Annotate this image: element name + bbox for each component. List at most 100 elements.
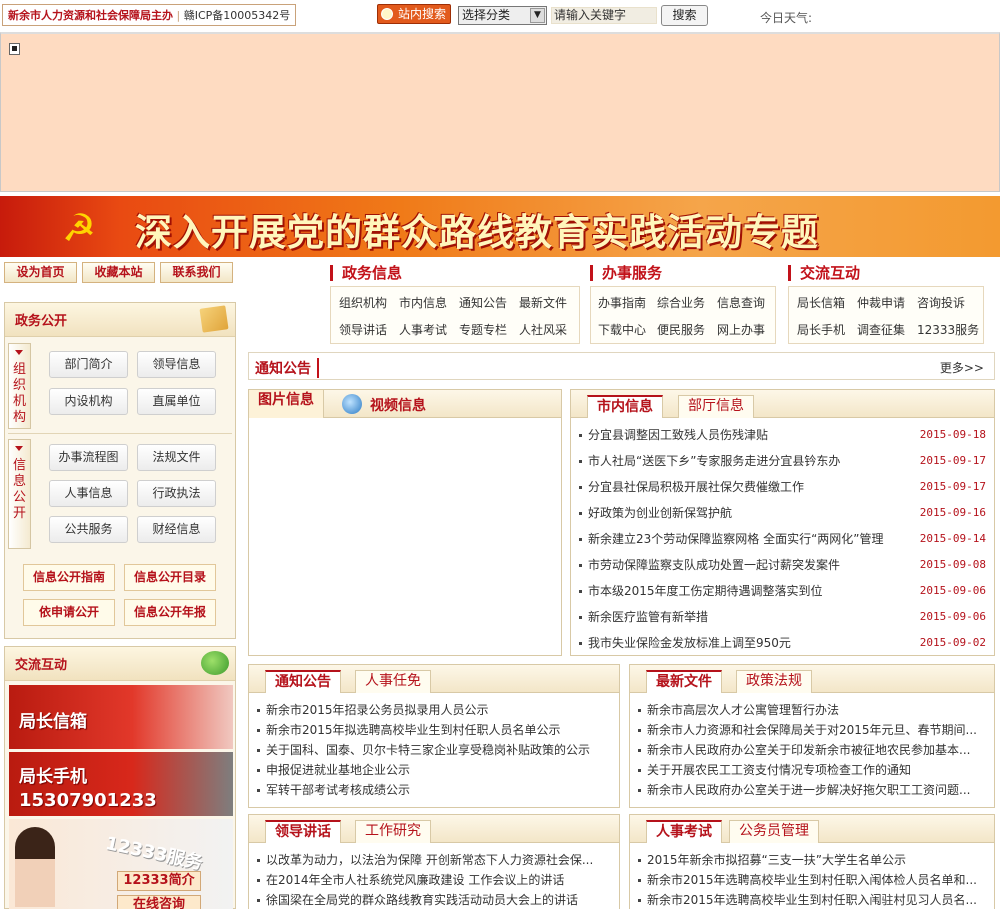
list-item[interactable]: 新余市2015年选聘高校毕业生到村任职入闱体检人员名单和... [647, 873, 977, 887]
list-item[interactable]: 新余市人民政府办公室关于进一步解决好拖欠职工工资问题... [647, 783, 970, 797]
plugin-placeholder-icon[interactable] [9, 43, 20, 55]
nav-link[interactable]: 12333服务 [917, 321, 979, 338]
flowchart-button[interactable]: 办事流程图 [49, 444, 128, 471]
nav-link[interactable]: 人社风采 [519, 321, 567, 338]
news-date: 2015-09-18 [919, 428, 986, 441]
nav-link[interactable]: 最新文件 [519, 294, 567, 311]
banner-title: 深入开展党的群众路线教育实践活动专题 [135, 211, 819, 254]
service-intro-button[interactable]: 12333简介 [117, 871, 201, 891]
search-button[interactable]: 搜索 [661, 5, 708, 26]
nav-link[interactable]: 市内信息 [399, 294, 447, 311]
tab-leader-speech[interactable]: 领导讲话 [265, 820, 341, 843]
nav-link[interactable]: 通知公告 [459, 294, 507, 311]
campaign-banner[interactable]: ☭ 深入开展党的群众路线教育实践活动专题 [0, 196, 1000, 257]
list-item[interactable]: 新余市高层次人才公寓管理暂行办法 [647, 703, 839, 717]
tab-appointments[interactable]: 人事任免 [355, 670, 431, 693]
disclosure-guide-button[interactable]: 信息公开指南 [23, 564, 115, 591]
exam-panel: 人事考试 公务员管理 2015年新余市拟招募“三支一扶”大学生名单公示 新余市2… [629, 814, 995, 909]
nav-link[interactable]: 领导讲话 [339, 321, 387, 338]
news-item[interactable]: 好政策为创业创新保驾护航 [588, 506, 732, 520]
exam-list: 2015年新余市拟招募“三支一扶”大学生名单公示 新余市2015年选聘高校毕业生… [638, 850, 988, 910]
news-date: 2015-09-08 [919, 558, 986, 571]
list-item[interactable]: 新余市人力资源和社会保障局关于对2015年元旦、春节期间... [647, 723, 977, 737]
news-date: 2015-09-02 [919, 636, 986, 649]
nav-link[interactable]: 人事考试 [399, 321, 447, 338]
news-item[interactable]: 市人社局“送医下乡”专家服务走进分宜县钤东办 [588, 454, 840, 468]
nav-link[interactable]: 局长信箱 [797, 294, 845, 311]
tab-latest-docs[interactable]: 最新文件 [646, 670, 722, 693]
nav-title[interactable]: 政务信息 [330, 265, 402, 281]
list-item[interactable]: 2015年新余市拟招募“三支一扶”大学生名单公示 [647, 853, 906, 867]
list-item[interactable]: 徐国梁在全局党的群众路线教育实践活动动员大会上的讲话 [266, 893, 578, 907]
director-mailbox-link[interactable]: 局长信箱 [9, 685, 233, 749]
tab-org-structure[interactable]: 组织机构 [8, 343, 31, 429]
tab-dept-info[interactable]: 部厅信息 [678, 395, 754, 418]
leader-info-button[interactable]: 领导信息 [137, 351, 216, 378]
nav-link[interactable]: 办事指南 [598, 294, 646, 311]
nav-link[interactable]: 综合业务 [657, 294, 705, 311]
list-item[interactable]: 新余市2015年拟选聘高校毕业生到村任职人员名单公示 [266, 723, 561, 737]
nav-link[interactable]: 仲裁申请 [857, 294, 905, 311]
nav-title[interactable]: 办事服务 [590, 265, 662, 281]
list-item[interactable]: 在2014年全市人社系统党风廉政建设 工作会议上的讲话 [266, 873, 564, 887]
news-item[interactable]: 新余建立23个劳动保障监察网格 全面实行“两网化”管理 [588, 532, 884, 546]
category-select[interactable]: 选择分类 ▼ [458, 6, 547, 25]
news-item[interactable]: 市劳动保障监察支队成功处置一起讨薪突发案件 [588, 558, 840, 572]
party-emblem-icon: ☭ [61, 206, 97, 250]
set-homepage-button[interactable]: 设为首页 [4, 262, 77, 283]
nav-link[interactable]: 专题专栏 [459, 321, 507, 338]
search-input[interactable]: 请输入关键字 [551, 7, 657, 24]
tab-personnel-exam[interactable]: 人事考试 [646, 820, 722, 843]
nav-links: 组织机构 市内信息 通知公告 最新文件 领导讲话 人事考试 专题专栏 人社风采 [330, 286, 580, 344]
tab-pictures[interactable]: 图片信息 [249, 390, 324, 418]
nav-link[interactable]: 局长手机 [797, 321, 845, 338]
personnel-info-button[interactable]: 人事信息 [49, 480, 128, 507]
internal-org-button[interactable]: 内设机构 [49, 388, 128, 415]
contact-us-button[interactable]: 联系我们 [160, 262, 233, 283]
icp-number[interactable]: 赣ICP备10005342号 [184, 9, 291, 22]
nav-link[interactable]: 组织机构 [339, 294, 387, 311]
news-item[interactable]: 市本级2015年度工伤定期待遇调整落实到位 [588, 584, 823, 598]
list-item[interactable]: 新余市2015年招录公务员拟录用人员公示 [266, 703, 489, 717]
director-phone-link[interactable]: 局长手机 15307901233 [9, 752, 233, 816]
nav-link[interactable]: 调查征集 [857, 321, 905, 338]
disclosure-catalog-button[interactable]: 信息公开目录 [124, 564, 216, 591]
tab-policy[interactable]: 政策法规 [736, 670, 812, 693]
nav-title[interactable]: 交流互动 [788, 265, 860, 281]
tab-city-info[interactable]: 市内信息 [587, 395, 663, 418]
list-item[interactable]: 以改革为动力，以法治为保障 开创新常态下人力资源社会保... [266, 853, 593, 867]
nav-link[interactable]: 咨询投诉 [917, 294, 965, 311]
dept-intro-button[interactable]: 部门简介 [49, 351, 128, 378]
tab-video[interactable]: 视频信息 [370, 395, 426, 415]
list-item[interactable]: 军转干部考试考核成绩公示 [266, 783, 410, 797]
annual-report-button[interactable]: 信息公开年报 [124, 599, 216, 626]
list-item[interactable]: 关于开展农民工工资支付情况专项检查工作的通知 [647, 763, 911, 777]
finance-info-button[interactable]: 财经信息 [137, 516, 216, 543]
request-disclosure-button[interactable]: 依申请公开 [23, 599, 115, 626]
news-item[interactable]: 新余医疗监管有新举措 [588, 610, 708, 624]
tab-work-research[interactable]: 工作研究 [355, 820, 431, 843]
list-item[interactable]: 申报促进就业基地企业公示 [266, 763, 410, 777]
list-item[interactable]: 新余市2015年选聘高校毕业生到村任职入闱驻村见习人员名... [647, 893, 977, 907]
tab-info-disclosure[interactable]: 信息公开 [8, 439, 31, 549]
news-item[interactable]: 我市失业保险金发放标准上调至950元 [588, 636, 791, 650]
nav-link[interactable]: 便民服务 [657, 321, 705, 338]
bookmark-button[interactable]: 收藏本站 [82, 262, 155, 283]
law-enforcement-button[interactable]: 行政执法 [137, 480, 216, 507]
more-link[interactable]: 更多>> [940, 359, 984, 376]
service-title: 12333服务 [103, 832, 205, 874]
news-item[interactable]: 分宜县调整因工致残人员伤残津贴 [588, 428, 768, 442]
list-item[interactable]: 关于国科、国泰、贝尔卡特三家企业享受稳岗补贴政策的公示 [266, 743, 590, 757]
public-service-button[interactable]: 公共服务 [49, 516, 128, 543]
regulations-button[interactable]: 法规文件 [137, 444, 216, 471]
nav-link[interactable]: 下载中心 [598, 321, 646, 338]
nav-link[interactable]: 信息查询 [717, 294, 765, 311]
notice-bar: 通知公告 更多>> [248, 352, 995, 380]
list-item[interactable]: 新余市人民政府办公室关于印发新余市被征地农民参加基本... [647, 743, 970, 757]
news-item[interactable]: 分宜县社保局积极开展社保欠费催缴工作 [588, 480, 804, 494]
tab-notices[interactable]: 通知公告 [265, 670, 341, 693]
nav-link[interactable]: 网上办事 [717, 321, 765, 338]
affiliated-units-button[interactable]: 直属单位 [137, 388, 216, 415]
tab-civil-servant[interactable]: 公务员管理 [729, 820, 819, 843]
online-consult-button[interactable]: 在线咨询 [117, 895, 201, 909]
